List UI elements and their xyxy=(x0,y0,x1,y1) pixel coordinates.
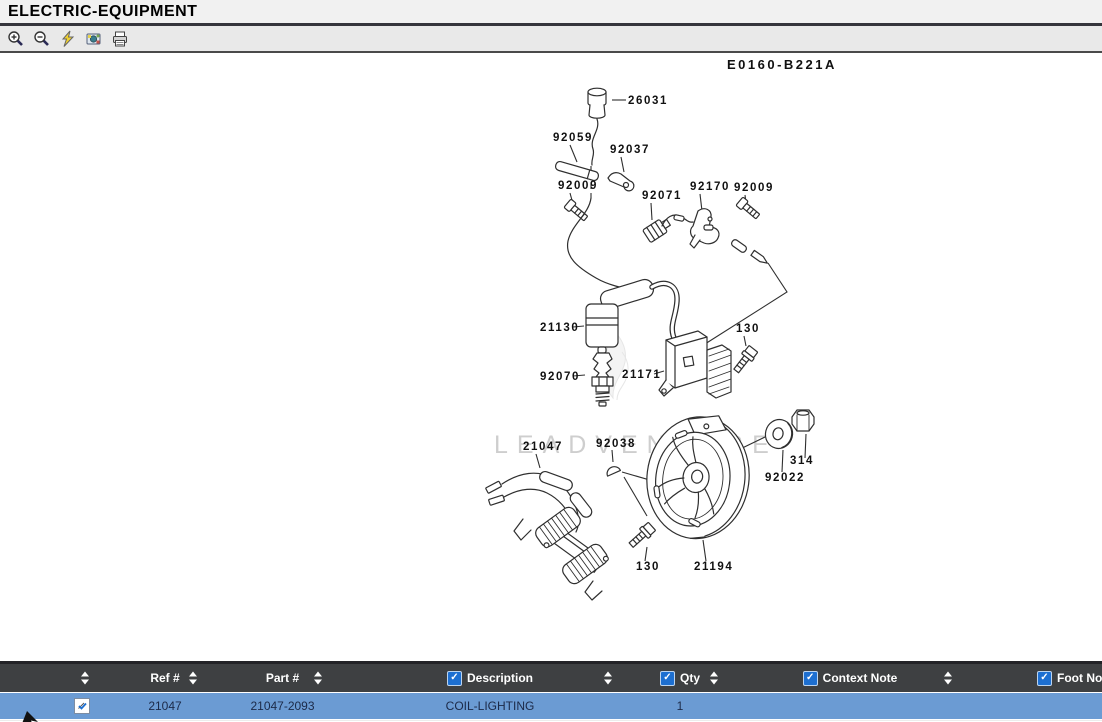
parts-diagram: 26031 92059 92037 92009 92071 92170 92009 21130… xyxy=(0,0,1102,721)
col-header-foot-note[interactable]: Foot Note xyxy=(975,664,1102,692)
col-label-part: Part # xyxy=(266,671,299,685)
part-number-label[interactable]: 92170 xyxy=(690,181,730,193)
part-number-label[interactable]: 92070 xyxy=(540,371,580,383)
mouse-cursor-icon xyxy=(14,708,44,722)
col-label-foot-note: Foot Note xyxy=(1057,671,1102,685)
sort-icon[interactable] xyxy=(189,672,198,685)
wire-bead xyxy=(674,215,685,222)
part-number-label[interactable]: 92037 xyxy=(610,144,650,156)
sort-icon[interactable] xyxy=(314,672,323,685)
part-21047-lighting-coil[interactable] xyxy=(486,470,611,600)
col-header-qty[interactable]: Qty xyxy=(635,664,725,692)
col-header-select[interactable] xyxy=(0,664,110,692)
part-number-label[interactable]: 130 xyxy=(636,561,660,573)
part-number-label[interactable]: 92022 xyxy=(765,472,805,484)
part-number-label[interactable]: 26031 xyxy=(628,95,668,107)
high-tension-lead xyxy=(652,283,677,338)
part-92070-spark-plug[interactable] xyxy=(592,347,613,406)
cell-foot-note xyxy=(975,693,1102,719)
part-130-bolt-lower[interactable] xyxy=(627,521,657,549)
part-number-label[interactable]: 21130 xyxy=(540,322,579,334)
part-number-label[interactable]: 21171 xyxy=(622,369,661,381)
diagram-code: E0160-B221A xyxy=(727,57,837,72)
parts-table-header: Ref # Part # Description Qty Context Not… xyxy=(0,661,1102,692)
part-92059-tube[interactable] xyxy=(555,161,600,182)
kill-switch-wire xyxy=(568,198,693,291)
col-header-ref[interactable]: Ref # xyxy=(110,664,220,692)
col-label-qty: Qty xyxy=(680,671,700,685)
part-92022-washer[interactable] xyxy=(762,417,795,452)
part-92170-bracket[interactable] xyxy=(690,209,719,248)
part-number-label[interactable]: 130 xyxy=(736,323,760,335)
col-label-description: Description xyxy=(467,671,533,685)
table-row[interactable]: 21047 21047-2093 COIL-LIGHTING 1 xyxy=(0,692,1102,719)
part-26031-connector[interactable] xyxy=(588,88,606,165)
col-label-ref: Ref # xyxy=(150,671,179,685)
checkbox-foot-note[interactable] xyxy=(1037,671,1052,686)
checkbox-context-note[interactable] xyxy=(803,671,818,686)
part-92009-screw-right[interactable] xyxy=(736,197,761,221)
checkbox-description[interactable] xyxy=(447,671,462,686)
part-number-label[interactable]: 92071 xyxy=(642,190,682,202)
part-21130-spark-plug-cap[interactable] xyxy=(586,277,655,347)
edit-row-icon[interactable] xyxy=(74,698,90,714)
sort-icon[interactable] xyxy=(710,672,719,685)
part-314-nut[interactable] xyxy=(792,410,814,431)
part-number-label[interactable]: 92009 xyxy=(558,180,598,192)
sort-icon[interactable] xyxy=(604,672,613,685)
col-header-context-note[interactable]: Context Note xyxy=(725,664,975,692)
part-130-bolt-upper[interactable] xyxy=(731,345,758,375)
cable-terminal-pieces[interactable] xyxy=(730,239,769,266)
part-number-label[interactable]: 21047 xyxy=(523,441,563,453)
checkbox-qty[interactable] xyxy=(660,671,675,686)
part-number-label[interactable]: 21194 xyxy=(694,561,733,573)
part-92038-key[interactable] xyxy=(605,464,620,476)
part-92071-grommet[interactable] xyxy=(643,216,673,243)
col-header-description[interactable]: Description xyxy=(345,664,635,692)
cell-ref: 21047 xyxy=(110,693,220,719)
cell-context-note xyxy=(725,693,975,719)
part-number-label[interactable]: 92059 xyxy=(553,132,593,144)
part-number-label[interactable]: 92009 xyxy=(734,182,774,194)
sort-icon[interactable] xyxy=(81,672,90,685)
part-number-label[interactable]: 314 xyxy=(790,455,814,467)
part-21194-flywheel[interactable] xyxy=(640,408,756,544)
sort-icon[interactable] xyxy=(944,672,953,685)
cell-qty: 1 xyxy=(635,693,725,719)
part-92037-clamp[interactable] xyxy=(608,173,634,191)
col-header-part[interactable]: Part # xyxy=(220,664,345,692)
col-label-context-note: Context Note xyxy=(823,671,898,685)
part-number-label[interactable]: 92038 xyxy=(596,438,636,450)
parts-table: Ref # Part # Description Qty Context Not… xyxy=(0,661,1102,721)
part-21171-ignition-coil[interactable] xyxy=(659,331,731,398)
cell-part: 21047-2093 xyxy=(220,693,345,719)
cell-description: COIL-LIGHTING xyxy=(345,693,635,719)
